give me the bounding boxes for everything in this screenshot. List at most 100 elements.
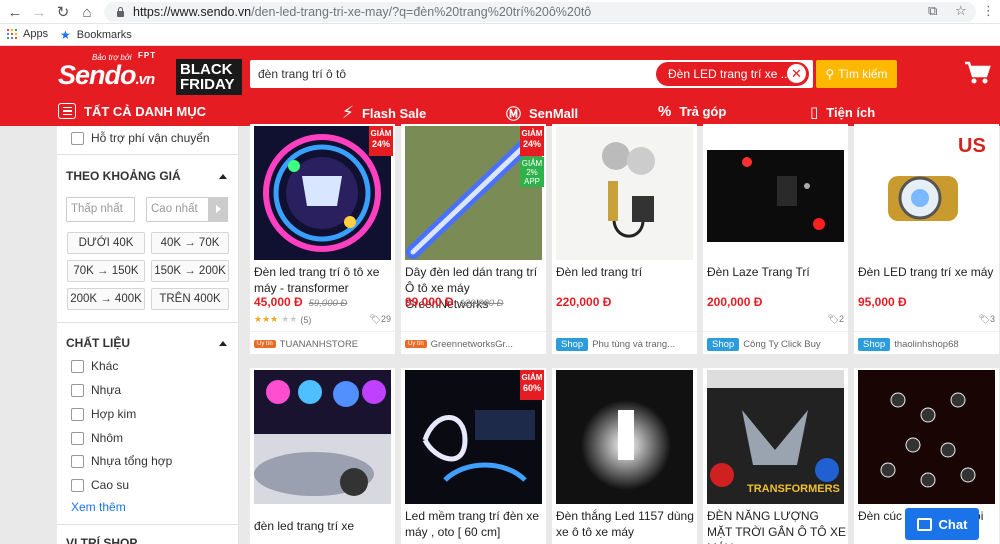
discount-badge: GIẢM 60% [520,370,544,400]
product-image[interactable] [707,126,844,260]
nav-installment[interactable]: % Trả góp [658,103,726,120]
product-title[interactable]: Đèn LED trang trí xe máy [858,264,997,280]
price-chip[interactable]: 40K → 70K [151,232,229,254]
product-card[interactable]: Đèn Laze Trang Trí 200,000 Đ 🏷2 Shop Công… [703,124,848,354]
site-header: Bảo trợ bởi FPT Sendo.vn BLACK FRIDAY đèn… [0,46,1000,126]
checkbox[interactable] [71,454,84,468]
black-friday-banner[interactable]: BLACK FRIDAY [176,59,242,95]
bookmark-star-icon[interactable]: ☆ [955,3,967,19]
nav-utilities[interactable]: ▯ Tiện ích [810,103,875,121]
chat-button[interactable]: Chat [905,508,979,540]
product-title[interactable]: Led mềm trang trí đèn xe máy , oto [ 60 … [405,508,544,540]
nav-flash-sale[interactable]: ⚡ Flash Sale [342,103,426,123]
product-title[interactable]: Đèn led trang trí ô tô xe máy - transfor… [254,264,393,296]
product-price: 45,000 Đ 59,000 Đ [254,295,348,309]
url-path: /den-led-trang-tri-xe-may/?q=đèn%20trang… [251,5,592,19]
reload-icon[interactable]: ↻ [54,3,72,21]
product-card[interactable]: US Đèn LED trang trí xe máy 95,000 Đ 🏷3 … [854,124,999,354]
translate-icon[interactable]: ⧉ [928,3,937,19]
address-bar[interactable]: https://www.sendo.vn/den-led-trang-tri-x… [104,2,976,22]
filter-material[interactable]: Nhựa tổng hợp [71,454,172,468]
divider [57,154,239,155]
bookmarks-bar: Apps ★ Bookmarks [0,24,1000,46]
product-card[interactable]: GIẢM 60% Led mềm trang trí đèn xe máy , o… [401,368,546,544]
product-image[interactable]: TRANSFORMERS [707,370,844,504]
product-image[interactable] [858,370,995,504]
product-image[interactable] [556,126,693,260]
product-card[interactable]: Đèn thắng Led 1157 dùng xe ô tô xe máy [552,368,697,544]
material-section-title: CHẤT LIỆU [66,336,130,350]
product-card[interactable]: TRANSFORMERS ĐÈN NĂNG LƯỢNG MẶT TRỜI GẮN… [703,368,848,544]
shop-badge: Shop [858,337,891,351]
shop-info[interactable]: Shop Phụ tùng và trang... [552,331,697,351]
price-chip[interactable]: DƯỚI 40K [67,232,145,254]
price-chip[interactable]: TRÊN 400K [151,288,229,310]
price-min-input[interactable]: Thấp nhất [66,197,135,222]
checkbox[interactable] [71,359,84,373]
back-icon[interactable]: ← [6,3,24,21]
filter-material[interactable]: Nhựa [71,383,121,397]
senmall-icon: Ⓜ [506,106,522,123]
search-suggestion-chip[interactable]: Đèn LED trang trí xe ... ✕ [656,62,809,86]
all-categories-menu[interactable]: TẤT CẢ DANH MỤC [58,103,206,119]
shop-info[interactable]: Shop Công Ty Click Buy [703,331,848,351]
product-image-text: US [958,135,986,157]
checkbox[interactable] [71,407,84,421]
product-title[interactable]: Đèn Laze Trang Trí [707,264,846,280]
shop-info[interactable]: Shop thaolinhshop68 [854,331,999,351]
product-card[interactable]: Đèn led trang trí 220,000 Đ Shop Phụ tùng… [552,124,697,354]
nav-senmall[interactable]: Ⓜ SenMall [506,103,578,124]
see-more-link[interactable]: Xem thêm [71,500,126,514]
menu-dots-icon[interactable]: ⋮ [982,3,995,19]
url-host: https://www.sendo.vn [133,5,252,19]
collapse-arrow-icon[interactable] [219,174,227,179]
shop-info[interactable]: Uy tín TUANANHSTORE [250,331,395,351]
price-max-input[interactable]: Cao nhất [146,197,209,222]
price-chip[interactable]: 200K → 400K [67,288,145,310]
fpt-logo: FPT [138,51,157,60]
product-image-text: TRANSFORMERS [747,483,840,495]
search-button[interactable]: ⚲ Tìm kiếm [816,60,897,88]
product-card[interactable]: đèn led trang trí xe [250,368,395,544]
filter-material[interactable]: Hợp kim [71,407,136,421]
product-title[interactable]: ĐÈN NĂNG LƯỢNG MẶT TRỜI GẮN Ô TÔ XE MÁY [707,508,846,544]
checkbox[interactable] [71,478,84,492]
product-tag-count: 🏷2 [827,314,844,324]
apps-grid-icon [7,29,17,39]
product-price: 200,000 Đ [707,295,763,309]
filter-material[interactable]: Khác [71,359,118,373]
checkbox[interactable] [71,431,84,445]
browser-toolbar: ← → ↻ ⌂ https://www.sendo.vn/den-led-tra… [0,0,1000,24]
price-apply-button[interactable] [209,197,228,222]
bookmark-bookmarks[interactable]: ★ Bookmarks [60,28,132,42]
filter-material[interactable]: Cao su [71,478,129,492]
lock-icon [116,7,125,17]
filter-shipping-support[interactable]: Hỗ trợ phí vận chuyển [71,131,210,145]
percent-icon: % [658,103,672,120]
sendo-logo[interactable]: Sendo.vn [58,60,155,91]
shop-badge: Shop [556,337,589,351]
filter-material[interactable]: Nhôm [71,431,123,445]
collapse-arrow-icon[interactable] [219,341,227,346]
product-card[interactable]: GIẢM 24% GIẢM 2% APP Dây đèn led dán trang … [401,124,546,354]
search-input[interactable]: đèn trang trí ô tô Đèn LED trang trí xe … [250,60,813,88]
product-title[interactable]: đèn led trang trí xe [254,518,393,534]
product-card[interactable]: GIẢM 24% Đèn led trang trí ô tô xe máy - … [250,124,395,354]
checkbox[interactable] [71,131,84,145]
shop-info[interactable]: Uy tín GreennetworksGr... [401,331,546,351]
bookmark-apps[interactable]: Apps [7,28,48,40]
phone-icon: ▯ [810,104,819,121]
home-icon[interactable]: ⌂ [78,3,96,21]
product-title[interactable]: Đèn led trang trí [556,264,695,280]
product-image[interactable] [254,370,391,504]
product-image[interactable] [556,370,693,504]
product-image[interactable]: US [858,126,995,260]
trusted-badge: Uy tín [405,340,427,348]
cart-icon[interactable] [963,60,993,86]
forward-icon[interactable]: → [30,3,48,21]
product-title[interactable]: Đèn thắng Led 1157 dùng xe ô tô xe máy [556,508,695,540]
checkbox[interactable] [71,383,84,397]
price-chip[interactable]: 70K → 150K [67,260,145,282]
close-icon[interactable]: ✕ [787,64,806,83]
price-chip[interactable]: 150K → 200K [151,260,229,282]
